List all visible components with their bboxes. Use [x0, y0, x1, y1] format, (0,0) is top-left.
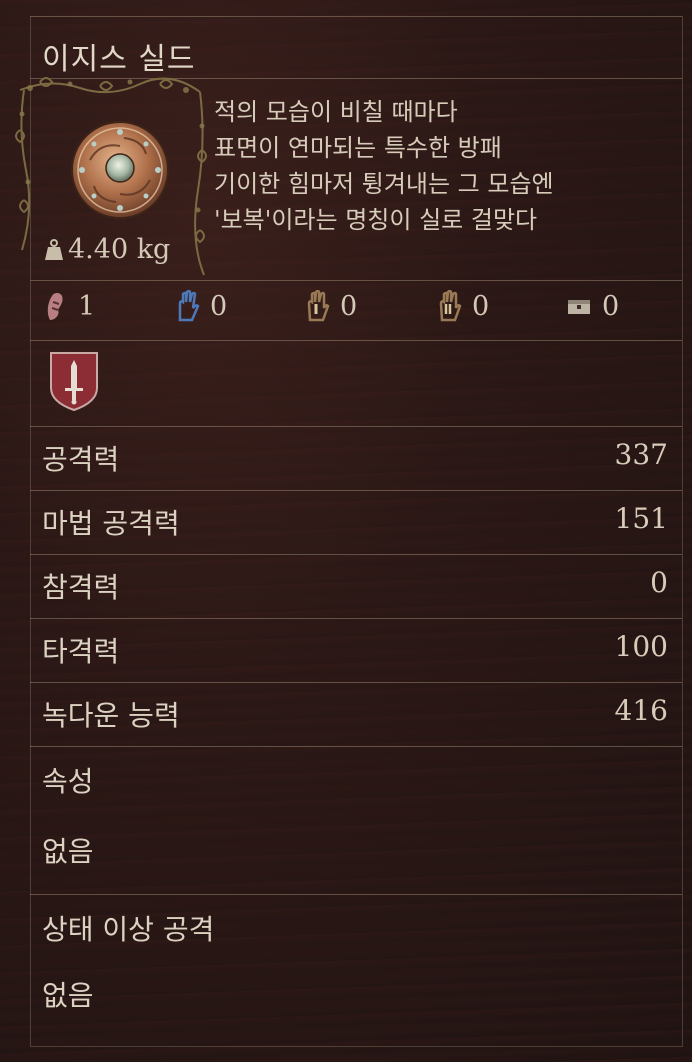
requirement-arcane: 0 — [566, 290, 619, 322]
requirement-faith: 0 — [436, 290, 489, 322]
divider — [30, 340, 682, 341]
stat-row-strike: 타격력 100 — [42, 630, 668, 670]
stat-value: 100 — [614, 630, 668, 663]
round-ornate-shield-icon — [71, 121, 169, 219]
divider — [30, 554, 682, 555]
stat-row-attack: 공격력 337 — [42, 438, 668, 478]
status-attack-label: 상태 이상 공격 — [42, 913, 215, 946]
requirement-dexterity: 0 — [174, 290, 227, 322]
requirement-value: 1 — [78, 290, 96, 322]
divider — [30, 746, 682, 747]
attribute-requirements: 1 0 0 0 0 — [42, 290, 662, 326]
stat-row-knockdown: 녹다운 능력 416 — [42, 694, 668, 734]
stat-label: 공격력 — [42, 443, 120, 476]
stat-label: 타격력 — [42, 635, 120, 668]
sword-crest-icon — [50, 352, 98, 412]
item-description: 적의 모습이 비칠 때마다 표면이 연마되는 특수한 방패 기이한 힘마저 튕겨… — [214, 94, 674, 238]
item-weight: 4.40 kg — [44, 234, 170, 265]
strength-icon — [47, 293, 63, 320]
stat-label: 참격력 — [42, 571, 120, 604]
requirement-value: 0 — [472, 290, 490, 322]
stat-value: 337 — [614, 438, 668, 471]
faith-icon — [439, 290, 462, 322]
attribute-label: 속성 — [42, 765, 94, 798]
attribute-value: 없음 — [42, 835, 94, 868]
divider — [30, 682, 682, 683]
description-line: 표면이 연마되는 특수한 방패 — [214, 134, 502, 162]
divider — [30, 16, 682, 17]
weight-value: 4.40 kg — [68, 234, 171, 265]
description-line: 적의 모습이 비칠 때마다 — [214, 98, 458, 126]
dexterity-icon — [178, 290, 200, 322]
stat-label: 녹다운 능력 — [42, 699, 180, 732]
divider — [30, 426, 682, 427]
stat-value: 0 — [650, 566, 668, 599]
requirement-value: 0 — [210, 290, 228, 322]
stat-value: 151 — [614, 502, 668, 535]
stat-label: 마법 공격력 — [42, 507, 180, 540]
stat-row-magic-attack: 마법 공격력 151 — [42, 502, 668, 542]
intelligence-icon — [307, 290, 330, 322]
divider — [30, 280, 682, 281]
requirement-strength: 1 — [42, 290, 95, 322]
divider — [30, 490, 682, 491]
arcane-icon — [568, 300, 590, 314]
divider — [30, 618, 682, 619]
description-line: 기이한 힘마저 튕겨내는 그 모습엔 — [214, 170, 554, 198]
status-attack-value: 없음 — [42, 979, 94, 1012]
requirement-value: 0 — [340, 290, 358, 322]
stat-row-slash: 참격력 0 — [42, 566, 668, 606]
divider — [30, 894, 682, 895]
requirement-value: 0 — [602, 290, 620, 322]
stat-value: 416 — [614, 694, 668, 727]
weight-icon — [45, 238, 63, 260]
requirement-intelligence: 0 — [304, 290, 357, 322]
description-line: '보복'이라는 명칭이 실로 걸맞다 — [214, 206, 538, 234]
